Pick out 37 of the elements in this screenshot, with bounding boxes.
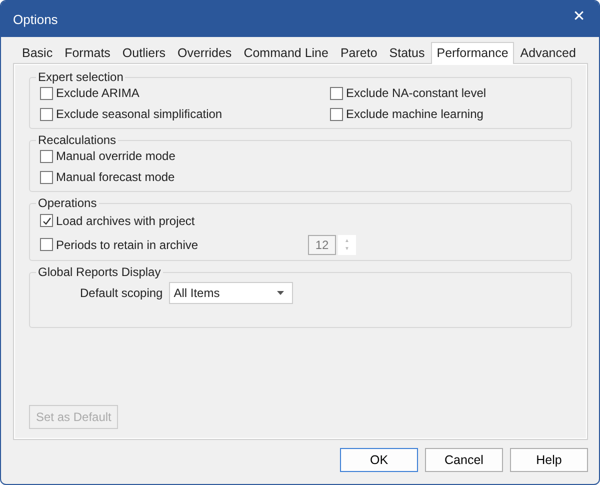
- checkbox[interactable]: Manual forecast mode: [40, 168, 561, 186]
- group-title: Operations: [37, 196, 98, 210]
- scoping-dropdown[interactable]: All Items: [168, 282, 293, 304]
- tab[interactable]: Advanced: [514, 43, 582, 63]
- window-title: Options: [13, 12, 58, 26]
- checkbox-square[interactable]: [330, 108, 343, 120]
- checkbox-square[interactable]: [40, 86, 53, 100]
- checkbox[interactable]: Exclude ARIMA: [40, 84, 330, 102]
- checkbox-square[interactable]: [40, 238, 53, 251]
- caret-icon: [276, 291, 284, 295]
- tab[interactable]: Overrides: [172, 43, 238, 63]
- checkbox[interactable]: Load archives with project: [40, 212, 308, 230]
- tab[interactable]: Performance: [430, 42, 514, 64]
- group-title: Recalculations: [37, 133, 118, 147]
- group-title: Global Reports Display: [37, 265, 162, 279]
- tab[interactable]: Formats: [58, 43, 116, 63]
- checkbox-square[interactable]: [330, 86, 343, 100]
- checkbox[interactable]: Periods to retain in archive: [40, 236, 308, 254]
- group-title: Expert selection: [37, 70, 124, 84]
- close-button[interactable]: ✕: [559, 1, 599, 31]
- checkbox-square[interactable]: [40, 170, 53, 184]
- checkbox[interactable]: Exclude NA-constant level: [330, 84, 561, 102]
- field-label: Default scoping: [80, 286, 163, 300]
- tab[interactable]: Command Line: [238, 43, 334, 63]
- dialog-button[interactable]: Cancel: [425, 448, 503, 472]
- checkbox-square[interactable]: [40, 150, 53, 162]
- tab[interactable]: Status: [383, 43, 431, 63]
- checkbox[interactable]: Exclude seasonal simplification: [40, 105, 330, 123]
- tab[interactable]: Outliers: [116, 43, 172, 63]
- tab[interactable]: Basic: [16, 43, 59, 63]
- dialog-button[interactable]: OK: [340, 448, 418, 472]
- checkbox-square[interactable]: [40, 108, 53, 120]
- checkbox[interactable]: Exclude machine learning: [330, 105, 561, 123]
- tab[interactable]: Pareto: [334, 43, 384, 63]
- checkbox[interactable]: Manual override mode: [40, 147, 561, 165]
- dialog-button[interactable]: Help: [510, 448, 588, 472]
- checkbox-square[interactable]: [40, 214, 53, 227]
